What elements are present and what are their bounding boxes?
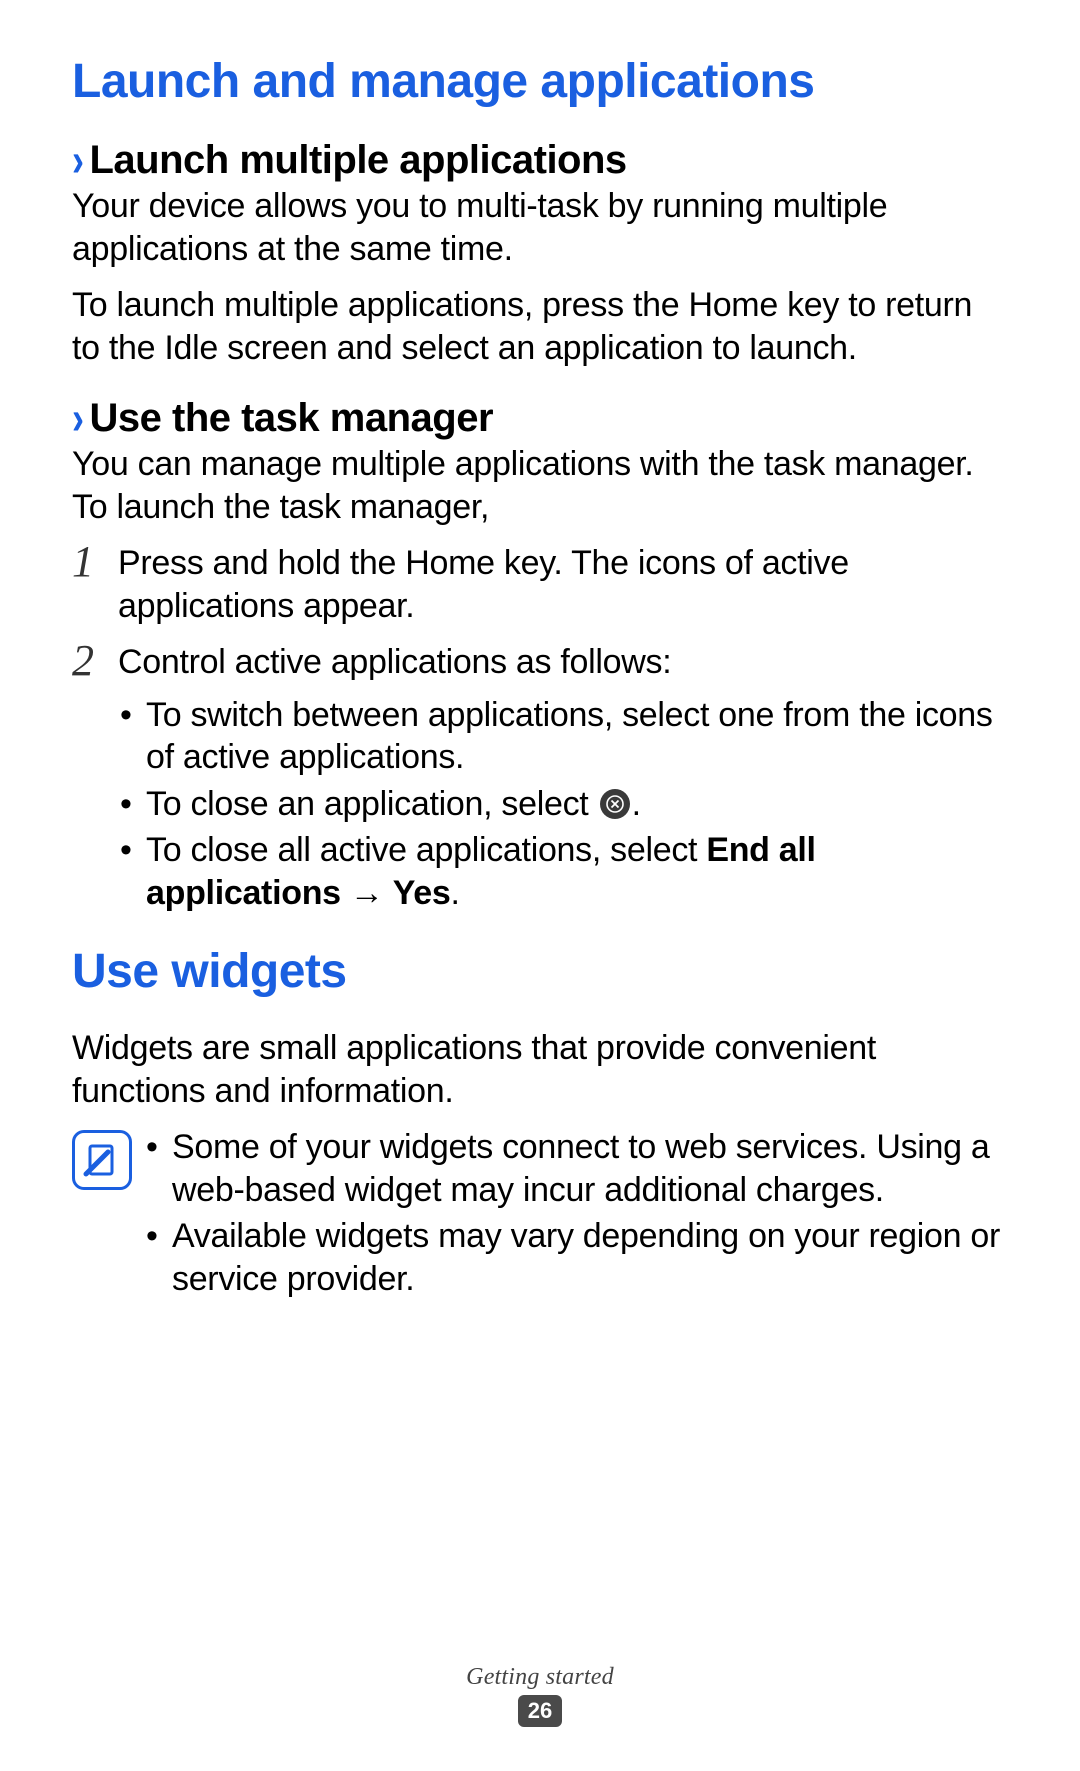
bullet-dot-icon: • [118, 829, 146, 872]
text-fragment: . [632, 785, 641, 823]
paragraph: Widgets are small applications that prov… [72, 1027, 1008, 1112]
paragraph: You can manage multiple applications wit… [72, 443, 1008, 528]
page-content: Launch and manage applications › Launch … [72, 54, 1008, 1651]
bullet-item: • To close all active applications, sele… [118, 829, 1008, 914]
subheading-text: Launch multiple applications [90, 137, 627, 183]
step-text: Control active applications as follows: … [118, 641, 1008, 918]
page-footer: Getting started 26 [0, 1664, 1080, 1727]
paragraph: To launch multiple applications, press t… [72, 284, 1008, 369]
note-icon [72, 1130, 132, 1190]
bullet-text: To switch between applications, select o… [146, 694, 1008, 779]
step-intro: Control active applications as follows: [118, 643, 671, 681]
chevron-right-icon: › [72, 391, 84, 445]
list-item: 1 Press and hold the Home key. The icons… [72, 542, 1008, 627]
subheading-text: Use the task manager [90, 395, 494, 441]
bullet-text: To close an application, select . [146, 783, 1008, 826]
bullet-text: Available widgets may vary depending on … [172, 1215, 1008, 1300]
subheading-task-manager: › Use the task manager [72, 395, 1008, 441]
text-fragment: → [341, 874, 393, 912]
bullet-text: To close all active applications, select… [146, 829, 1008, 914]
step-number: 1 [72, 540, 118, 584]
bullet-item: • To switch between applications, select… [118, 694, 1008, 779]
numbered-list: 1 Press and hold the Home key. The icons… [72, 542, 1008, 918]
bullet-dot-icon: • [118, 783, 146, 826]
paragraph: Your device allows you to multi-task by … [72, 185, 1008, 270]
footer-section-label: Getting started [0, 1664, 1080, 1691]
step-number: 2 [72, 639, 118, 683]
bullet-item: • Some of your widgets connect to web se… [144, 1126, 1008, 1211]
note-bullet-list: • Some of your widgets connect to web se… [144, 1126, 1008, 1304]
bullet-dot-icon: • [118, 694, 146, 737]
heading-use-widgets: Use widgets [72, 944, 1008, 999]
bullet-text: Some of your widgets connect to web serv… [172, 1126, 1008, 1211]
bullet-dot-icon: • [144, 1126, 172, 1169]
subheading-launch-multiple: › Launch multiple applications [72, 137, 1008, 183]
page-number-badge: 26 [518, 1695, 562, 1727]
note-block: • Some of your widgets connect to web se… [72, 1126, 1008, 1304]
bullet-dot-icon: • [144, 1215, 172, 1258]
bullet-item: • Available widgets may vary depending o… [144, 1215, 1008, 1300]
close-icon [600, 789, 630, 819]
chevron-right-icon: › [72, 133, 84, 187]
text-fragment: . [451, 874, 460, 912]
text-bold: Yes [393, 874, 451, 912]
heading-launch-manage: Launch and manage applications [72, 54, 1008, 109]
list-item: 2 Control active applications as follows… [72, 641, 1008, 918]
bullet-list: • To switch between applications, select… [118, 694, 1008, 915]
bullet-item: • To close an application, select . [118, 783, 1008, 826]
text-fragment: To close an application, select [146, 785, 598, 823]
text-fragment: To close all active applications, select [146, 831, 706, 869]
step-text: Press and hold the Home key. The icons o… [118, 542, 1008, 627]
